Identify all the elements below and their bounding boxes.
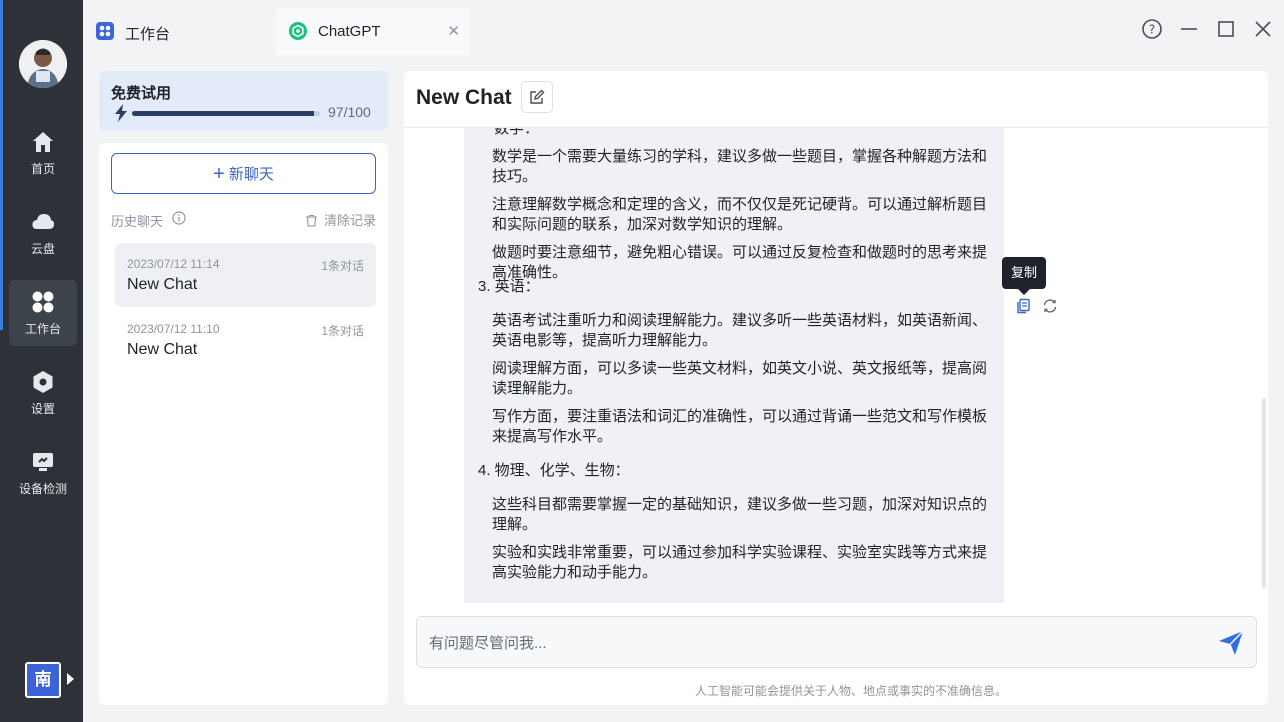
tab-workbench-label: 工作台 (125, 26, 171, 43)
edit-title-button[interactable] (521, 81, 553, 113)
nav-cloud[interactable]: 云盘 (9, 200, 77, 266)
nav-workbench-label: 工作台 (24, 322, 61, 336)
message-paragraph: 实验和实践非常重要，可以通过参加科学实验课程、实验室实践等方式来提高实验能力和动… (492, 544, 988, 581)
send-icon[interactable] (1218, 630, 1244, 656)
message-input[interactable] (429, 631, 1209, 655)
tab-chatgpt[interactable]: ChatGPT ✕ (276, 8, 470, 55)
rail-accent-edge (0, 0, 3, 330)
tab-chatgpt-label: ChatGPT (318, 23, 381, 40)
nav-home-label: 首页 (30, 162, 55, 176)
home-icon (33, 132, 53, 152)
chat-history-panel: + 新聊天 历史聊天 清除记录 2023/07/12 11:14 1条对话 New… (99, 143, 388, 705)
message-paragraph: 数学是一个需要大量练习的学科，建议多做一些题目，掌握各种解题方法和技巧。 (492, 148, 988, 185)
nav-settings-label: 设置 (30, 402, 55, 416)
history-item[interactable]: 2023/07/12 11:10 1条对话 New Chat (115, 308, 376, 372)
scrollbar[interactable] (1262, 398, 1266, 588)
message-paragraph: 做题时要注意细节，避免粗心错误。可以通过反复检查和做题时的思考来提高准确性。 (492, 244, 988, 281)
expand-arrow-icon[interactable] (67, 673, 74, 685)
device-check-icon (33, 453, 53, 471)
history-item-count: 1条对话 (321, 324, 364, 338)
cloud-icon (32, 214, 55, 229)
edit-icon (530, 89, 545, 104)
trial-count: 97/100 (328, 104, 371, 120)
message-input-box[interactable] (416, 616, 1257, 668)
message-paragraph: 注意理解数学概念和定理的含义，而不仅仅是死记硬背。可以通过解析题目和实际问题的联… (492, 196, 988, 233)
disclaimer: 人工智能可能会提供关于人物、地点或事实的不准确信息。 (694, 684, 1007, 698)
nav-device-check[interactable]: 设备检测 (9, 440, 77, 506)
maximize-icon[interactable] (1215, 18, 1237, 40)
message-list[interactable]: 数学： 数学是一个需要大量练习的学科，建议多做一些题目，掌握各种解题方法和技巧。… (404, 128, 1268, 603)
free-trial-card: 免费试用 97/100 (99, 71, 388, 131)
left-rail: 首页 云盘 工作台 设置 设备检测 南 (0, 0, 83, 722)
message-section-heading: 4. 物理、化学、生物： (478, 462, 630, 479)
message-heading-clipped: 数学： (494, 128, 540, 137)
trial-title: 免费试用 (111, 85, 172, 102)
info-icon[interactable] (172, 211, 186, 225)
chatgpt-icon (289, 22, 307, 40)
copy-icon[interactable] (1015, 298, 1031, 314)
clear-history-button[interactable]: 清除记录 (305, 210, 376, 229)
settings-icon (33, 371, 53, 393)
workbench-icon (32, 291, 54, 313)
nav-workbench[interactable]: 工作台 (9, 280, 77, 346)
history-item-count: 1条对话 (321, 259, 364, 273)
nav-device-check-label: 设备检测 (18, 482, 67, 496)
history-item-title: New Chat (127, 276, 198, 293)
history-item-date: 2023/07/12 11:14 (127, 257, 220, 271)
lightning-icon (115, 104, 127, 122)
message-paragraph: 写作方面，要注重语法和词汇的准确性，可以通过背诵一些范文和写作模板来提高写作水平… (492, 408, 988, 445)
nav-cloud-label: 云盘 (30, 242, 55, 256)
help-icon[interactable]: ? (1141, 18, 1163, 40)
trash-icon (305, 214, 317, 227)
chat-title: New Chat (416, 86, 512, 109)
new-chat-button[interactable]: + 新聊天 (111, 153, 376, 194)
close-tab-icon[interactable]: ✕ (447, 22, 460, 40)
new-chat-label: 新聊天 (228, 166, 274, 183)
close-window-icon[interactable] (1252, 18, 1274, 40)
minimize-icon[interactable] (1178, 18, 1200, 40)
message-paragraph: 英语考试注重听力和阅读理解能力。建议多听一些英语材料，如英语新闻、英语电影等，提… (492, 312, 988, 349)
assistant-message: 数学： 数学是一个需要大量练习的学科，建议多做一些题目，掌握各种解题方法和技巧。… (464, 128, 1004, 603)
message-paragraph: 这些科目都需要掌握一定的基础知识，建议多做一些习题，加深对知识点的理解。 (492, 496, 988, 533)
workbench-app-icon (96, 22, 114, 40)
chat-header: New Chat (404, 71, 1268, 128)
nav-settings[interactable]: 设置 (9, 360, 77, 426)
history-item-date: 2023/07/12 11:10 (127, 322, 220, 336)
avatar[interactable] (19, 40, 67, 88)
history-item[interactable]: 2023/07/12 11:14 1条对话 New Chat (115, 243, 376, 307)
history-item-title: New Chat (127, 341, 198, 358)
language-button[interactable]: 南 (25, 662, 61, 698)
title-bar: 工作台 ChatGPT ✕ ? (83, 0, 1284, 55)
plus-icon: + (213, 163, 225, 185)
message-section-heading: 3. 英语： (478, 278, 540, 295)
svg-text:?: ? (1149, 23, 1155, 37)
clear-history-label: 清除记录 (323, 213, 376, 228)
message-paragraph: 阅读理解方面，可以多读一些英文材料，如英文小说、英文报纸等，提高阅读理解能力。 (492, 360, 988, 397)
regenerate-icon[interactable] (1042, 298, 1058, 314)
history-label: 历史聊天 (111, 214, 164, 229)
chat-main: New Chat 数学： 数学是一个需要大量练习的学科，建议多做一些题目，掌握各… (404, 71, 1268, 705)
trial-progress-bar (132, 111, 320, 116)
nav-home[interactable]: 首页 (9, 120, 77, 186)
tab-workbench[interactable]: 工作台 (83, 8, 273, 55)
copy-tooltip: 复制 (1002, 257, 1046, 295)
